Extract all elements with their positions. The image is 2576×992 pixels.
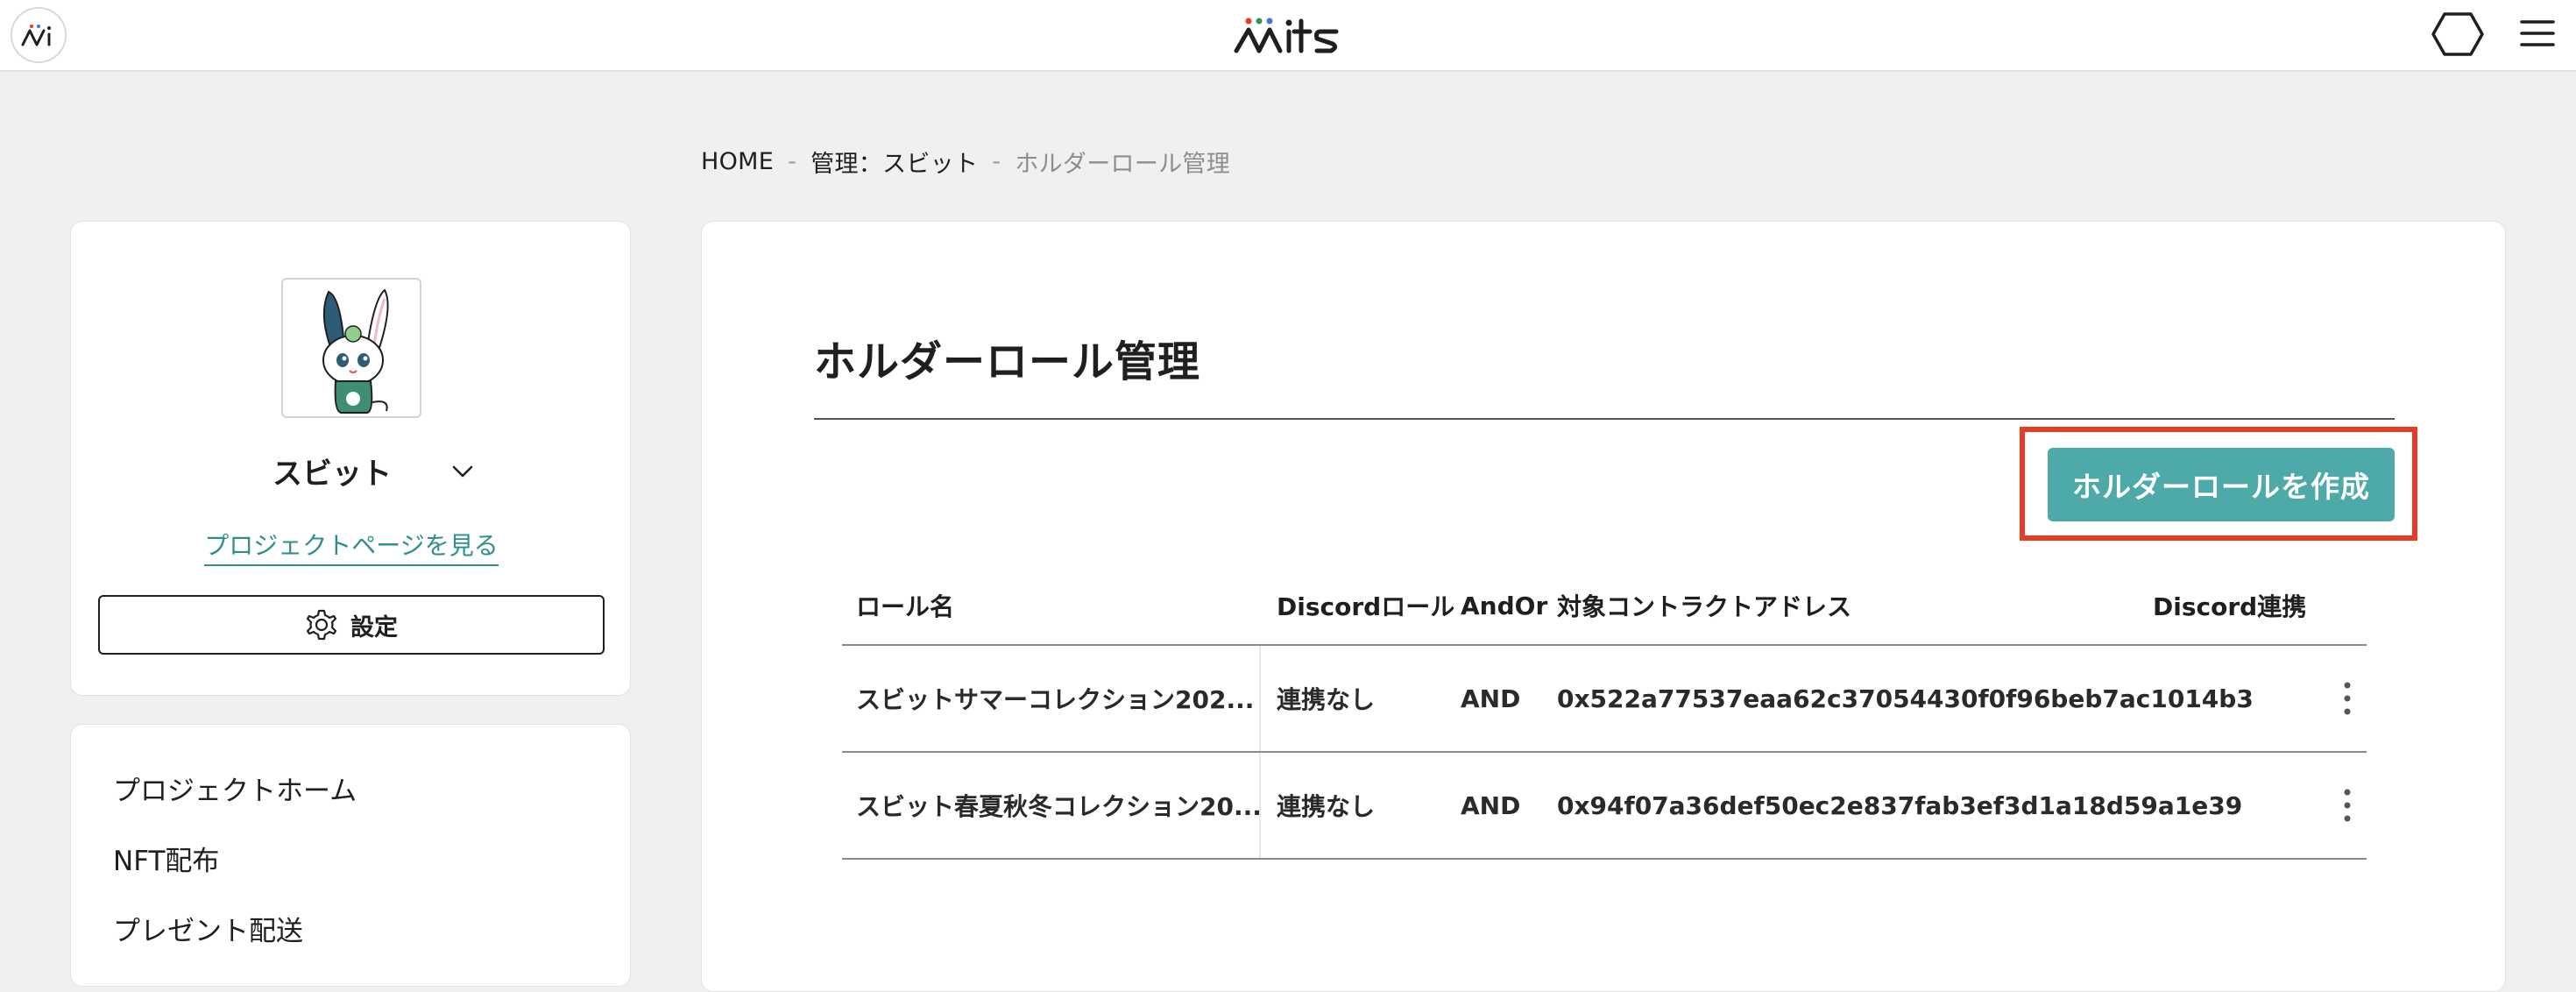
role-name-cell: スビット春夏秋冬コレクション20... [856,792,1262,821]
project-nav-card: プロジェクトホーム NFT配布 プレゼント配送 [70,724,631,987]
breadcrumb-separator: - [788,147,797,175]
column-divider [1259,753,1261,858]
gear-icon [306,609,337,641]
mi-logo-icon[interactable] [11,7,67,63]
project-name: スビット [272,457,392,492]
column-header-andor: AndOr [1461,591,1548,620]
breadcrumb-project-admin[interactable]: 管理：スビット [810,145,978,179]
discord-role-cell: 連携なし [1277,685,1376,714]
breadcrumb-home[interactable]: HOME [701,148,774,175]
create-holder-role-button[interactable]: ホルダーロールを作成 [2048,448,2395,521]
project-avatar [281,278,421,418]
chevron-down-icon [452,465,473,478]
column-header-discord-role: Discordロール [1277,592,1455,621]
top-navigation-bar [0,0,2576,72]
nav-item-present-delivery[interactable]: プレゼント配送 [113,909,303,948]
project-page-link[interactable]: プロジェクトページを見る [204,531,499,566]
column-header-contract-address: 対象コントラクトアドレス [1557,592,1852,621]
column-divider [1259,646,1261,751]
more-vertical-icon [2344,789,2351,822]
andor-cell: AND [1461,684,1521,713]
settings-button-label: 設定 [350,613,398,641]
contract-address-cell: 0x94f07a36def50ec2e837fab3ef3d1a18d59a1e… [1557,790,2243,820]
project-card: スビット プロジェクトページを見る 設定 [70,221,631,696]
hamburger-menu-icon[interactable] [2520,16,2555,51]
discord-link-cell [2153,753,2328,858]
table-row[interactable]: スビット春夏秋冬コレクション20... 連携なし AND 0x94f07a36d… [842,753,2367,860]
row-actions-button[interactable] [2328,753,2367,858]
main-content-card: ホルダーロール管理 ホルダーロールを作成 ロール名 Discordロール And… [701,221,2506,992]
role-name-cell: スビットサマーコレクション202... [856,685,1255,714]
project-selector[interactable]: スビット [71,443,632,495]
table-row[interactable]: スビットサマーコレクション202... 連携なし AND 0x522a77537… [842,646,2367,753]
nav-item-project-home[interactable]: プロジェクトホーム [113,769,357,808]
breadcrumb-separator: - [992,147,1001,175]
holder-role-table: ロール名 Discordロール AndOr 対象コントラクトアドレス Disco… [842,567,2367,860]
nav-item-nft-distribution[interactable]: NFT配布 [113,839,219,878]
row-actions-button[interactable] [2328,646,2367,751]
page-title: ホルダーロール管理 [814,337,1201,386]
settings-button[interactable]: 設定 [98,595,605,655]
column-header-role-name: ロール名 [856,592,955,621]
project-page-link-wrapper: プロジェクトページを見る [71,527,632,566]
breadcrumb: HOME - 管理：スビット - ホルダーロール管理 [701,144,1230,179]
table-header-row: ロール名 Discordロール AndOr 対象コントラクトアドレス Disco… [842,567,2367,646]
discord-link-cell [2153,646,2328,751]
hexagon-wallet-icon[interactable] [2431,11,2485,58]
more-vertical-icon [2344,682,2351,715]
breadcrumb-current: ホルダーロール管理 [1015,150,1231,178]
title-divider [814,418,2395,420]
mits-logo[interactable] [1231,12,1345,58]
contract-address-cell: 0x522a77537eaa62c37054430f0f96beb7ac1014… [1557,684,2254,713]
column-header-discord-link: Discord連携 [2153,592,2307,621]
discord-role-cell: 連携なし [1277,792,1376,821]
andor-cell: AND [1461,790,1521,820]
